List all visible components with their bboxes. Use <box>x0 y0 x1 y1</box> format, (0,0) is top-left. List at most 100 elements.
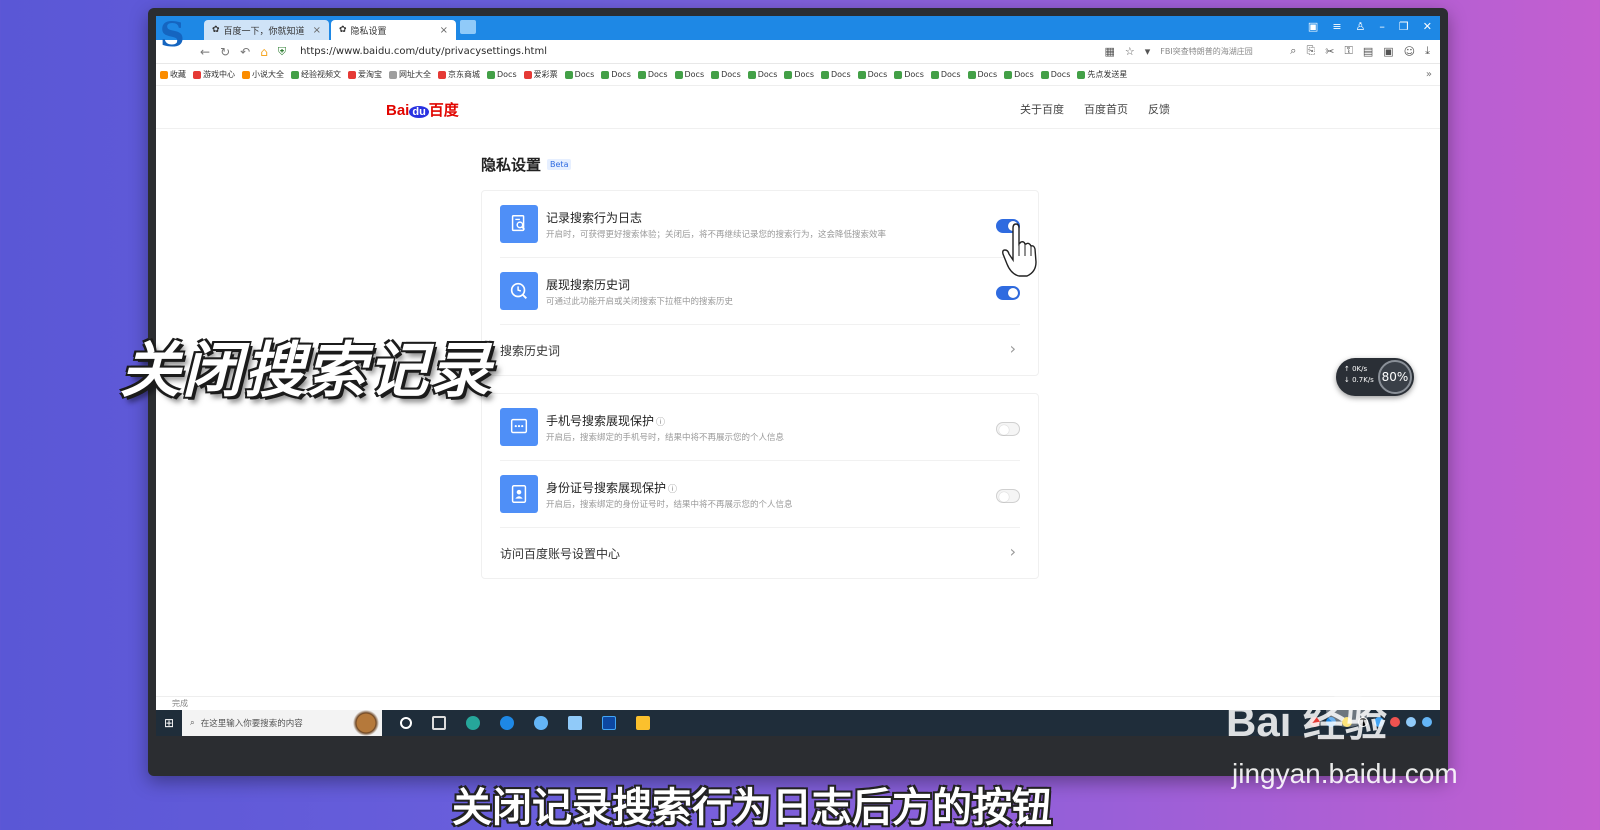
tray-app-icon[interactable] <box>1406 717 1416 727</box>
document-search-icon <box>500 205 538 243</box>
bookmark-item[interactable]: 爱淘宝 <box>348 69 382 80</box>
setting-row-search-log: 记录搜索行为日志 开启时，可获得更好搜索体验；关闭后，将不再继续记录您的搜索行为… <box>500 191 1020 258</box>
undo-icon[interactable]: ↶ <box>240 45 250 59</box>
search-history-toggle[interactable] <box>996 286 1020 300</box>
about-baidu-link[interactable]: 关于百度 <box>1020 101 1064 117</box>
dropdown-icon[interactable]: ▾ <box>1145 45 1151 58</box>
new-tab-button[interactable] <box>460 20 476 34</box>
bookmark-item[interactable]: Docs <box>487 70 517 79</box>
sogou-browser-logo-icon: S <box>160 16 185 55</box>
doc-icon <box>784 70 793 79</box>
info-icon[interactable]: ⓘ <box>668 485 677 495</box>
sogou-browser-taskbar-icon[interactable] <box>534 716 548 730</box>
scissors-icon[interactable]: ✂ <box>1325 45 1334 58</box>
bookmark-item[interactable]: Docs <box>930 70 961 79</box>
setting-row-search-history: 展现搜索历史词 可通过此功能开启或关闭搜索下拉框中的搜索历史 <box>500 258 1020 325</box>
close-window-icon[interactable]: ✕ <box>1423 20 1432 33</box>
more-bookmarks-icon[interactable]: » <box>1426 69 1432 80</box>
bookmark-item[interactable]: 经验视频文 <box>291 69 341 80</box>
bookmark-item[interactable]: 网址大全 <box>389 69 431 80</box>
setting-description: 可通过此功能开启或关闭搜索下拉框中的搜索历史 <box>546 297 734 307</box>
smiley-icon[interactable]: ☺ <box>1404 45 1415 58</box>
sync-app-icon[interactable] <box>466 716 480 730</box>
pen-app-icon[interactable] <box>568 716 582 730</box>
doc-icon <box>1077 70 1086 79</box>
bookmark-item[interactable]: Docs <box>674 70 704 79</box>
security-shield-icon: ⛨ <box>277 44 287 58</box>
baidu-logo[interactable]: Bai du 百度 <box>386 99 459 120</box>
windows-start-icon[interactable]: ⊞ <box>156 710 182 736</box>
tray-app-icon[interactable] <box>1422 717 1432 727</box>
phone-protection-toggle[interactable] <box>996 422 1020 436</box>
restore-icon[interactable]: ❐ <box>1399 20 1409 33</box>
bookmark-item[interactable]: Docs <box>637 70 668 79</box>
key-icon[interactable]: ⚿ <box>1344 44 1352 58</box>
star-icon[interactable]: ☆ <box>1125 45 1135 58</box>
back-icon[interactable]: ← <box>200 45 210 59</box>
page-title: 隐私设置 Beta <box>481 154 572 175</box>
shirt-icon[interactable]: ♙ <box>1356 20 1366 33</box>
bookmark-item[interactable]: Docs <box>601 70 631 79</box>
bookmark-item[interactable]: Docs <box>894 70 924 79</box>
network-speed-widget[interactable]: ↑ 0K/s ↓ 0.7K/s 80% <box>1336 358 1414 396</box>
bookmark-item[interactable]: 京东商城 <box>438 69 480 80</box>
search-suggestion[interactable]: FBI突查特朗普的海湖庄园 <box>1160 46 1280 57</box>
search-icon[interactable]: ⌕ <box>1290 44 1296 58</box>
bookmark-item[interactable]: Docs <box>821 70 851 79</box>
home-icon[interactable]: ⌂ <box>260 45 268 59</box>
refresh-icon[interactable]: ↻ <box>220 45 230 59</box>
toggle-knob <box>999 425 1009 435</box>
tab-baidu-home[interactable]: ✿ 百度一下，你就知道 × <box>204 20 329 40</box>
download-icon[interactable]: ⤓ <box>1425 44 1430 58</box>
taobao-icon <box>348 70 356 79</box>
cortana-icon[interactable] <box>400 717 412 729</box>
bookmark-item[interactable]: 小说大全 <box>242 69 284 80</box>
bookmark-item[interactable]: Docs <box>564 70 594 79</box>
close-icon[interactable]: × <box>440 25 448 36</box>
screenshot-icon[interactable]: ⎘ <box>1306 44 1315 58</box>
bookmark-item[interactable]: Docs <box>747 70 777 79</box>
edge-icon[interactable] <box>500 716 514 730</box>
bookmark-item[interactable]: Docs <box>967 70 997 79</box>
search-history-link-row[interactable]: 搜索历史词 › <box>500 325 1020 375</box>
skin-icon[interactable]: ▣ <box>1308 20 1318 33</box>
feedback-link[interactable]: 反馈 <box>1148 101 1170 117</box>
settings-card-protection: 手机号搜索展现保护 ⓘ 开启后，搜索绑定的手机号时，结果中将不再展示您的个人信息 … <box>481 393 1039 579</box>
tab-privacy-settings[interactable]: ✿ 隐私设置 × <box>331 20 456 40</box>
chevron-right-icon: › <box>1009 339 1016 358</box>
bookmark-item[interactable]: 爱彩票 <box>523 69 558 80</box>
bookmark-item[interactable]: Docs <box>1004 70 1034 79</box>
menu-icon[interactable]: ≡ <box>1332 20 1341 33</box>
photoshop-icon[interactable] <box>602 716 616 730</box>
taskbar-search[interactable]: ⌕ 在这里输入你要搜索的内容 <box>182 710 382 736</box>
close-icon[interactable]: × <box>313 25 321 36</box>
url-field[interactable]: https://www.baidu.com/duty/privacysettin… <box>300 46 547 57</box>
minimize-icon[interactable]: – <box>1379 20 1385 33</box>
tab-label: 隐私设置 <box>350 26 387 37</box>
hand-cursor-icon <box>1002 223 1037 277</box>
info-icon[interactable]: ⓘ <box>656 418 665 428</box>
watermark-logo: Bai 经验 <box>1226 698 1388 745</box>
id-protection-toggle[interactable] <box>996 489 1020 503</box>
setting-title: 记录搜索行为日志 <box>546 211 643 225</box>
window-icon[interactable]: ▣ <box>1383 45 1393 58</box>
baidu-home-link[interactable]: 百度首页 <box>1084 101 1128 117</box>
bookmark-item[interactable]: Docs <box>857 70 887 79</box>
bookmark-item[interactable]: 先点发送星 <box>1077 69 1127 80</box>
doc-icon <box>930 70 939 79</box>
file-explorer-icon[interactable] <box>636 716 650 730</box>
overlay-caption: 关闭搜索记录 <box>120 336 492 406</box>
reader-icon[interactable]: ▤ <box>1363 45 1373 58</box>
bookmark-item[interactable]: Docs <box>784 70 814 79</box>
bookmark-item[interactable]: Docs <box>1040 70 1070 79</box>
bookmark-item[interactable]: Docs <box>711 70 741 79</box>
account-settings-link-row[interactable]: 访问百度账号设置中心 › <box>500 528 1020 578</box>
bookmark-item[interactable]: 收藏 <box>160 69 186 80</box>
task-view-icon[interactable] <box>432 716 446 730</box>
bookmark-item[interactable]: 游戏中心 <box>193 69 235 80</box>
setting-description: 开启后，搜索绑定的身份证号时，结果中将不再展示您的个人信息 <box>546 500 793 510</box>
doc-icon <box>637 70 646 79</box>
setting-title: 展现搜索历史词 <box>546 278 631 292</box>
qr-icon[interactable]: ▦ <box>1104 45 1114 58</box>
chevron-right-icon: › <box>1009 542 1016 561</box>
